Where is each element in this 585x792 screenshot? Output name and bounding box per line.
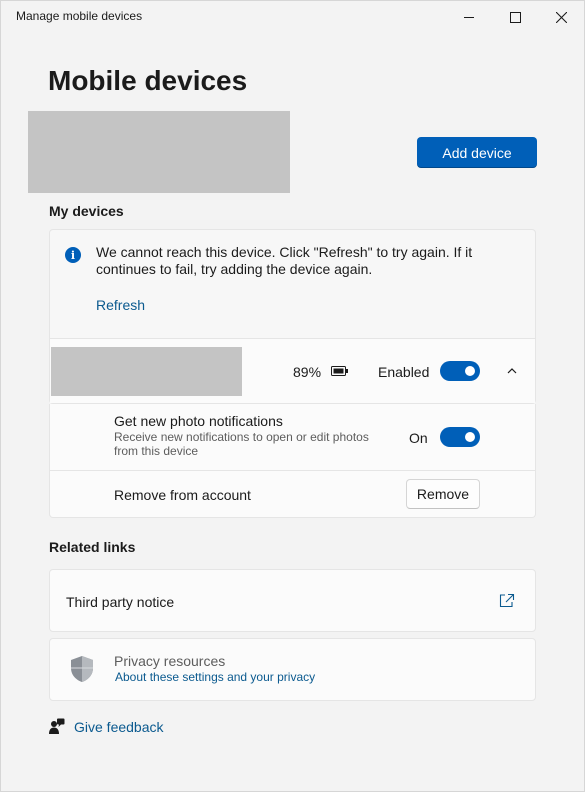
close-icon xyxy=(555,11,567,23)
refresh-link[interactable]: Refresh xyxy=(96,297,145,313)
remove-button[interactable]: Remove xyxy=(406,479,480,509)
alert-message: We cannot reach this device. Click "Refr… xyxy=(96,244,473,277)
minimize-icon xyxy=(464,17,474,18)
phone-image-placeholder xyxy=(28,111,290,193)
feedback-person-icon xyxy=(49,718,65,734)
divider xyxy=(50,470,535,471)
battery-percent: 89% xyxy=(293,364,322,380)
device-status-label: Enabled xyxy=(378,364,430,380)
related-links-heading: Related links xyxy=(49,539,136,555)
minimize-button[interactable] xyxy=(446,1,492,33)
photo-notifications-toggle[interactable] xyxy=(440,427,480,447)
maximize-icon xyxy=(509,11,521,23)
third-party-notice-label: Third party notice xyxy=(66,594,175,610)
device-enabled-toggle[interactable] xyxy=(440,361,480,381)
privacy-resources-title: Privacy resources xyxy=(114,653,226,669)
window-title: Manage mobile devices xyxy=(16,9,143,23)
my-devices-heading: My devices xyxy=(49,203,124,219)
photo-notifications-state: On xyxy=(409,430,428,446)
chevron-up-icon[interactable] xyxy=(506,366,518,376)
give-feedback-link[interactable]: Give feedback xyxy=(74,719,164,735)
photo-notifications-title: Get new photo notifications xyxy=(114,413,283,429)
shield-icon xyxy=(71,656,93,682)
privacy-settings-link[interactable]: About these settings and your privacy xyxy=(115,670,315,684)
add-device-button[interactable]: Add device xyxy=(417,137,537,168)
device-name-placeholder xyxy=(51,347,242,396)
remove-from-account-label: Remove from account xyxy=(114,487,251,503)
window: Manage mobile devices Mobile devices Add… xyxy=(0,0,585,792)
page-title: Mobile devices xyxy=(48,65,248,96)
photo-notifications-description: Receive new notifications to open or edi… xyxy=(114,430,369,458)
toggle-knob xyxy=(465,366,475,376)
close-button[interactable] xyxy=(538,1,584,33)
toggle-knob xyxy=(465,432,475,442)
open-external-icon xyxy=(499,593,515,608)
battery-icon xyxy=(331,366,348,376)
maximize-button[interactable] xyxy=(492,1,538,33)
title-bar: Manage mobile devices xyxy=(1,1,584,33)
info-icon: i xyxy=(65,247,81,263)
